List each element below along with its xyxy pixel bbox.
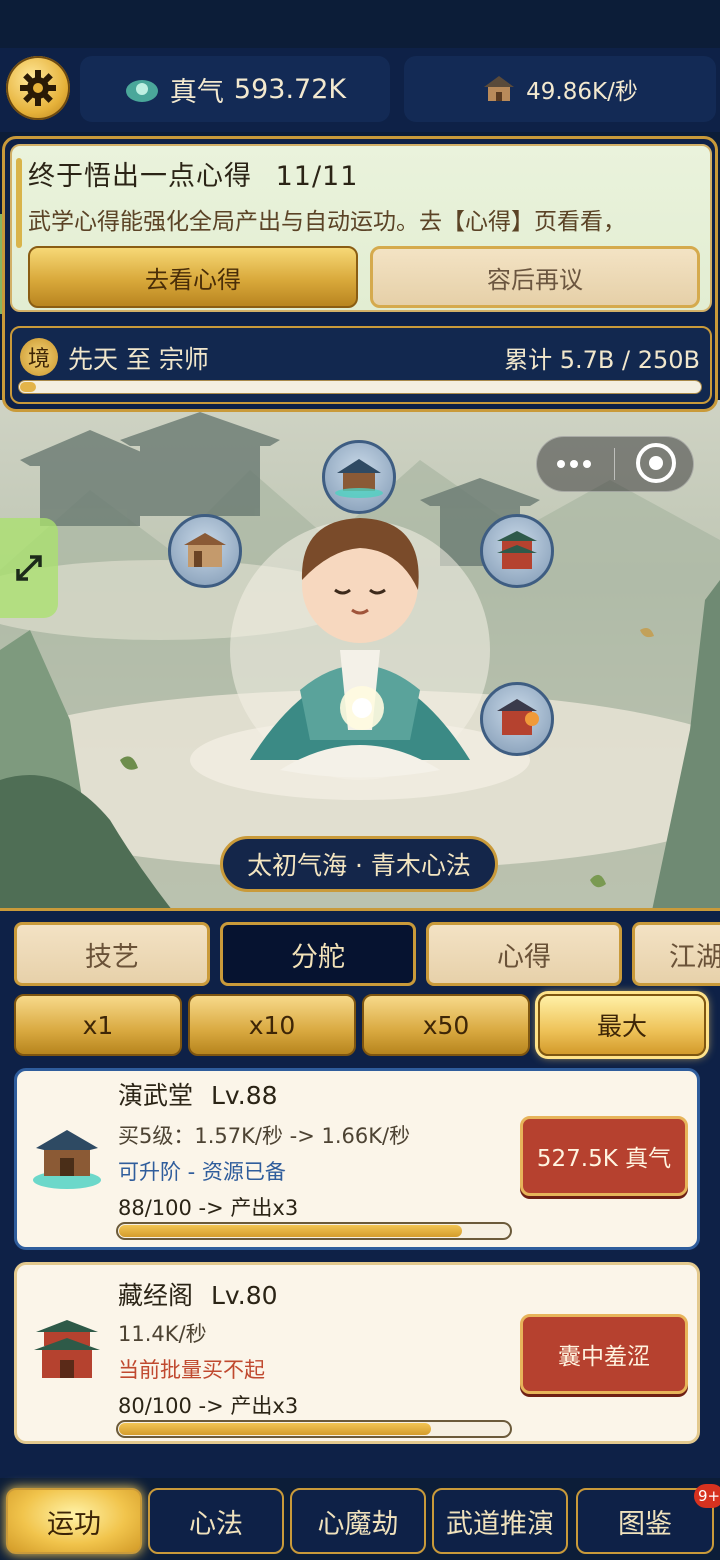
multiplier-max-button[interactable]: 最大 [538, 994, 706, 1056]
realm-text: 先天 至 宗师 [68, 345, 209, 374]
buy-button[interactable]: 527.5K 真气 [520, 1116, 688, 1196]
building-level: Lv.88 [210, 1081, 278, 1110]
qi-dragon-icon [125, 80, 158, 102]
building-level: Lv.80 [210, 1281, 278, 1310]
quest-title-text: 终于悟出一点心得 [28, 161, 252, 192]
expand-arrows-icon [16, 555, 42, 581]
buy-button[interactable]: 囊中羞涩 [520, 1314, 688, 1394]
gear-icon [20, 70, 56, 106]
multiplier-x1-button[interactable]: x1 [14, 994, 182, 1056]
quest-progress: 11/11 [275, 161, 359, 192]
tab-skills[interactable]: 技艺 [14, 922, 210, 986]
zhenqi-label: 真气 [169, 76, 224, 108]
nav-yungong[interactable]: 运功 [6, 1488, 142, 1554]
building-status: 当前批量买不起 [118, 1358, 265, 1382]
building-name: 藏经阁 Lv.80 [118, 1276, 278, 1312]
multiplier-x10-button[interactable]: x10 [188, 994, 356, 1056]
multiplier-x50-button[interactable]: x50 [362, 994, 530, 1056]
realm-progress-fill [20, 382, 36, 392]
pavilion-icon [30, 1122, 104, 1196]
pavilion-icon [335, 459, 383, 498]
realm-progress-track [18, 380, 702, 394]
bubble-yanwutang[interactable] [322, 440, 396, 514]
building-status: 可升阶 - 资源已备 [118, 1160, 286, 1184]
close-target-icon[interactable] [636, 443, 676, 483]
nav-wudao-tuiyan[interactable]: 武道推演 [432, 1488, 568, 1554]
building-name: 演武堂 Lv.88 [118, 1076, 278, 1112]
tower-icon [497, 531, 537, 569]
realm-badge: 境 [20, 338, 58, 376]
more-options-icon[interactable] [550, 444, 598, 484]
tab-insights[interactable]: 心得 [426, 922, 622, 986]
nav-xinmojie[interactable]: 心魔劫 [290, 1488, 426, 1554]
quest-title: 终于悟出一点心得 11/11 [28, 154, 358, 193]
tab-jianghu[interactable]: 江湖 [632, 922, 720, 986]
go-view-insights-button[interactable]: 去看心得 [28, 246, 358, 308]
later-button[interactable]: 容后再议 [370, 246, 700, 308]
bubble-fire-hall[interactable] [480, 682, 554, 756]
realm-total: 累计 5.7B / 250B [504, 346, 700, 374]
building-name-text: 藏经阁 [118, 1281, 194, 1310]
capsule-divider [614, 448, 615, 480]
tab-branches[interactable]: 分舵 [220, 922, 416, 986]
quest-description: 武学心得能强化全局产出与自动运功。去【心得】页看看， [28, 209, 626, 235]
settings-button[interactable] [6, 56, 70, 120]
zhenqi-resource: 真气 593.72K [80, 56, 390, 122]
workshop-icon [184, 533, 226, 567]
nav-xinfa[interactable]: 心法 [148, 1488, 284, 1554]
building-progress-fill [119, 1423, 431, 1435]
rate-value: 49.86K/秒 [526, 79, 638, 105]
production-rate: 49.86K/秒 [404, 56, 716, 122]
notification-badge: 9+ [694, 1484, 720, 1508]
bubble-workshop[interactable] [168, 514, 242, 588]
building-rate: 买5级：1.57K/秒 -> 1.66K/秒 [118, 1124, 411, 1148]
building-rate: 11.4K/秒 [118, 1322, 207, 1346]
building-name-text: 演武堂 [118, 1081, 194, 1110]
zhenqi-value: 593.72K [233, 73, 347, 105]
quest-accent-bar [16, 158, 22, 248]
house-icon [484, 76, 515, 101]
tower-icon [30, 1316, 104, 1390]
bubble-cangjingge[interactable] [480, 514, 554, 588]
expand-tab-middle[interactable] [0, 518, 58, 618]
building-progress-text: 80/100 -> 产出x3 [118, 1394, 299, 1418]
building-progress-fill [119, 1225, 463, 1237]
fire-hall-icon [497, 699, 539, 735]
technique-name-plate: 太初气海 · 青木心法 [220, 836, 498, 892]
building-progress-text: 88/100 -> 产出x3 [118, 1196, 299, 1220]
